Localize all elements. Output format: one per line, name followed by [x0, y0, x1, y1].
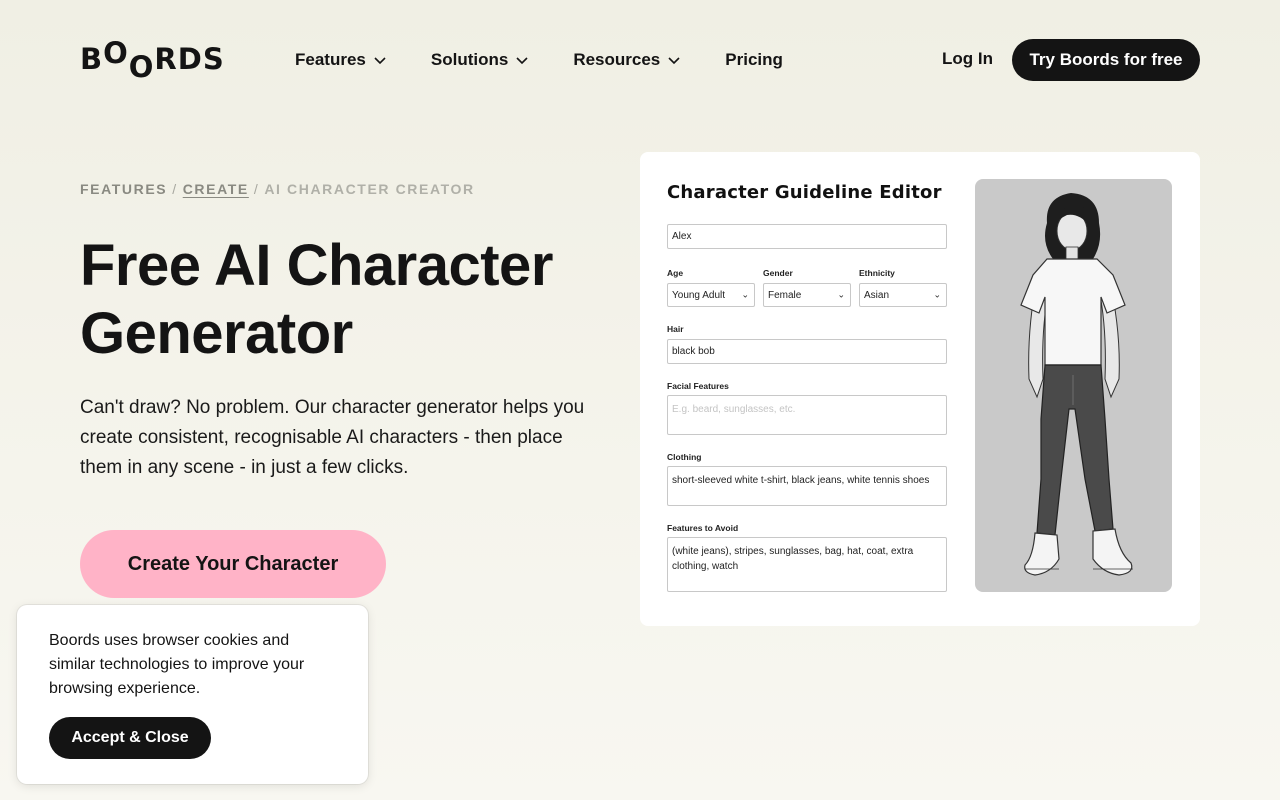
clothing-field[interactable]: short-sleeved white t-shirt, black jeans… — [667, 466, 947, 506]
try-boords-button[interactable]: Try Boords for free — [1012, 39, 1200, 81]
age-value: Young Adult — [672, 289, 726, 301]
chevron-down-icon: ⌄ — [837, 289, 845, 300]
ethnicity-value: Asian — [864, 289, 890, 301]
breadcrumb-current: AI CHARACTER CREATOR — [264, 181, 475, 197]
cookie-banner: Boords uses browser cookies and similar … — [17, 605, 368, 784]
chevron-down-icon: ⌄ — [933, 289, 941, 300]
logo-letter: D — [177, 42, 203, 76]
breadcrumb: FEATURES / CREATE / AI CHARACTER CREATOR — [80, 181, 475, 197]
hair-label: Hair — [667, 324, 684, 334]
nav-item-label: Pricing — [725, 50, 783, 69]
facial-features-label: Facial Features — [667, 381, 729, 391]
chevron-down-icon — [668, 57, 680, 65]
character-editor-card: Character Guideline Editor Alex Age Gend… — [640, 152, 1200, 626]
gender-select[interactable]: Female ⌄ — [763, 283, 851, 307]
accept-close-button[interactable]: Accept & Close — [49, 717, 211, 759]
logo-letter: B — [80, 42, 104, 76]
logo-letter: S — [202, 42, 225, 76]
character-illustration — [1020, 193, 1133, 576]
character-preview-image — [975, 179, 1172, 592]
login-link[interactable]: Log In — [942, 49, 993, 69]
features-to-avoid-label: Features to Avoid — [667, 523, 739, 533]
clothing-label: Clothing — [667, 452, 702, 462]
create-character-button[interactable]: Create Your Character — [80, 530, 386, 598]
gender-value: Female — [768, 289, 802, 301]
logo-letter: O — [128, 50, 155, 84]
gender-label: Gender — [763, 268, 793, 278]
breadcrumb-separator: / — [253, 181, 260, 197]
nav-item-pricing[interactable]: Pricing — [725, 48, 783, 72]
nav-item-features[interactable]: Features — [295, 48, 387, 72]
breadcrumb-features[interactable]: FEATURES — [80, 181, 167, 197]
chevron-down-icon — [374, 57, 386, 65]
age-label: Age — [667, 268, 684, 278]
hero-description: Can't draw? No problem. Our character ge… — [80, 397, 585, 478]
facial-features-field[interactable]: E.g. beard, sunglasses, etc. — [667, 395, 947, 435]
chevron-down-icon: ⌄ — [741, 289, 749, 300]
ethnicity-select[interactable]: Asian ⌄ — [859, 283, 947, 307]
nav-menu: Features Solutions Resources Pricing — [295, 48, 827, 72]
features-to-avoid-field[interactable]: (white jeans), stripes, sunglasses, bag,… — [667, 537, 947, 592]
chevron-down-icon — [516, 57, 528, 65]
boords-logo[interactable]: B O O R D S — [80, 39, 225, 82]
breadcrumb-create[interactable]: CREATE — [183, 181, 249, 197]
age-select[interactable]: Young Adult ⌄ — [667, 283, 755, 307]
breadcrumb-separator: / — [172, 181, 178, 197]
logo-letter: O — [103, 36, 129, 70]
editor-title: Character Guideline Editor — [667, 182, 942, 203]
nav-item-solutions[interactable]: Solutions — [431, 48, 529, 72]
page-title: Free AI Character Generator — [80, 233, 553, 366]
nav-item-label: Solutions — [430, 50, 509, 69]
top-navigation: B O O R D S Features Solutions Resources… — [0, 0, 1280, 120]
nav-item-resources[interactable]: Resources — [573, 48, 681, 72]
ethnicity-label: Ethnicity — [859, 268, 895, 278]
cookie-text: Boords uses browser cookies and similar … — [49, 632, 305, 697]
logo-letter: R — [154, 42, 178, 76]
nav-item-label: Features — [295, 50, 366, 69]
name-field[interactable]: Alex — [667, 224, 947, 249]
hair-field[interactable]: black bob — [667, 339, 947, 364]
nav-item-label: Resources — [573, 50, 661, 69]
